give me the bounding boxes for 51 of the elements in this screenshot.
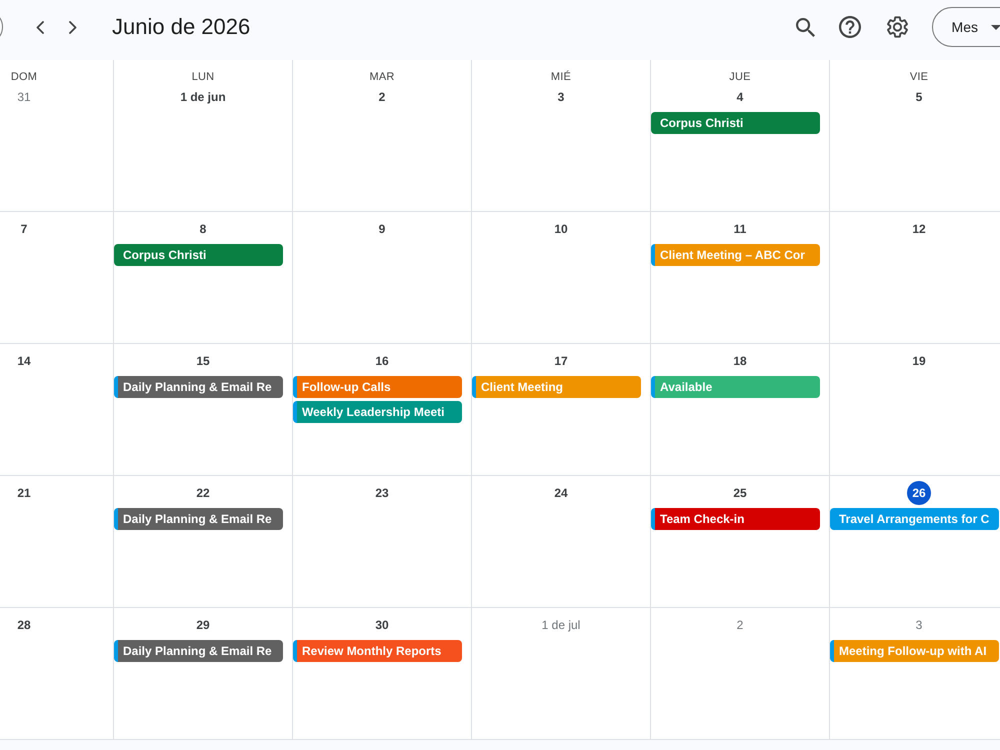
date-number[interactable]: 23 (375, 483, 389, 503)
weekday-label: DOM (10, 70, 38, 85)
date-number[interactable]: 16 (375, 351, 389, 371)
weekday-label: MAR (369, 70, 395, 85)
view-dropdown[interactable]: Mes (932, 7, 1000, 47)
event-chip[interactable]: Corpus Christi (114, 244, 283, 266)
date-number[interactable]: 4 (736, 87, 744, 107)
date-number[interactable]: 17 (554, 351, 568, 371)
date-number[interactable]: 12 (912, 219, 926, 239)
date-number[interactable]: 22 (196, 483, 210, 503)
date-number[interactable]: 1 de jul (542, 615, 580, 635)
weekday-label: LUN (192, 70, 214, 85)
date-number[interactable]: 26 (907, 481, 931, 505)
date-number[interactable]: 29 (196, 615, 210, 635)
date-number[interactable]: 31 (17, 87, 31, 107)
event-chip[interactable]: Daily Planning & Email Re (114, 376, 283, 398)
date-number[interactable]: 30 (375, 615, 389, 635)
weekday-label: MIÉ (550, 70, 572, 85)
date-number[interactable]: 2 (378, 87, 386, 107)
caret-icon (991, 24, 1000, 30)
search-icon (796, 18, 816, 36)
chevron-left-icon (36, 20, 44, 34)
settings-icon (887, 16, 908, 38)
date-number[interactable]: 18 (733, 351, 747, 371)
event-chip[interactable]: Team Check-in (651, 508, 820, 530)
date-number[interactable]: 10 (554, 219, 568, 239)
event-chip[interactable]: Weekly Leadership Meeti (293, 401, 462, 423)
date-number[interactable]: 21 (17, 483, 31, 503)
help-icon (838, 16, 861, 38)
date-number[interactable]: 11 (734, 219, 746, 239)
date-number[interactable]: 5 (916, 87, 922, 107)
date-number[interactable]: 8 (200, 219, 206, 239)
date-number[interactable]: 15 (196, 351, 210, 371)
event-chip[interactable]: Daily Planning & Email Re (114, 640, 283, 662)
event-chip[interactable]: Corpus Christi (651, 112, 820, 134)
chevron-right-icon (69, 20, 77, 34)
date-number[interactable]: 7 (20, 219, 28, 239)
date-number[interactable]: 3 (558, 87, 564, 107)
date-number[interactable]: 19 (912, 351, 926, 371)
date-number[interactable]: 25 (733, 483, 747, 503)
date-number[interactable]: 24 (554, 483, 568, 503)
month-title: Junio de 2026 (112, 14, 250, 40)
weekday-label: VIE (910, 70, 928, 85)
date-number[interactable]: 9 (378, 219, 386, 239)
date-number[interactable]: 2 (736, 615, 744, 635)
date-number[interactable]: 1 de jun (180, 87, 226, 107)
date-number[interactable]: 28 (17, 615, 31, 635)
date-number[interactable]: 14 (17, 351, 31, 371)
event-chip[interactable]: Daily Planning & Email Re (114, 508, 283, 530)
weekday-label: JUE (729, 70, 751, 85)
date-number[interactable]: 3 (916, 615, 922, 635)
